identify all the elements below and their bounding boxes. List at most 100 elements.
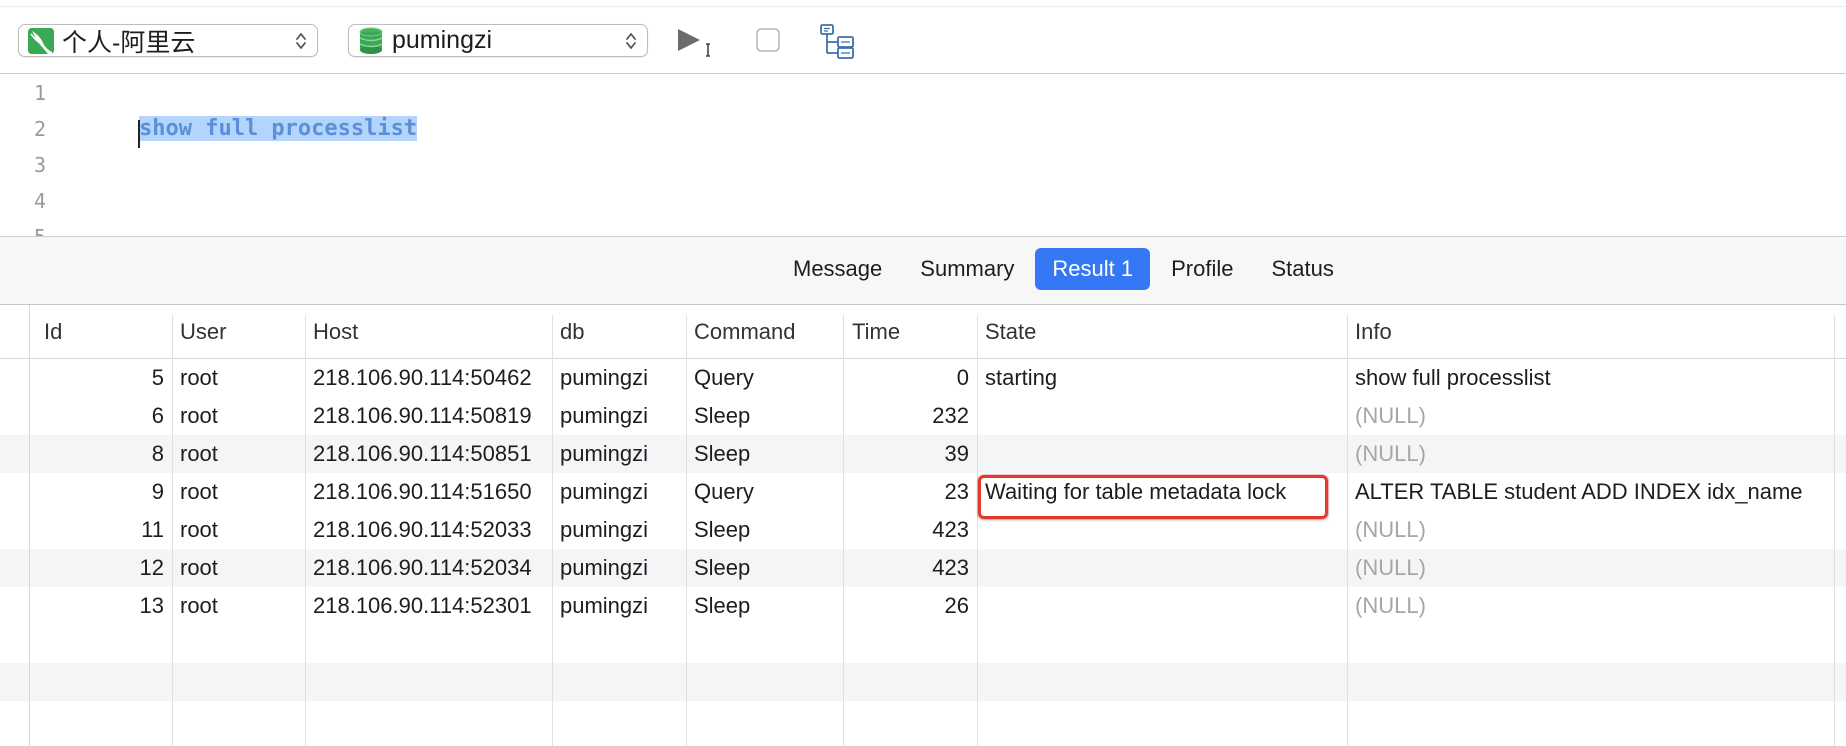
cell-info[interactable]: ALTER TABLE student ADD INDEX idx_name [1347, 473, 1834, 511]
cell-state[interactable]: Waiting for table metadata lock [977, 473, 1347, 511]
column-header-user[interactable]: User [166, 305, 226, 359]
column-divider[interactable] [843, 315, 844, 746]
stop-icon [756, 28, 780, 52]
table-row[interactable]: 11 root 218.106.90.114:52033 pumingzi Sleep 4… [0, 511, 1846, 549]
cell-db[interactable]: pumingzi [552, 587, 686, 625]
tab-result-1[interactable]: Result 1 [1035, 248, 1151, 290]
cell-info[interactable]: (NULL) [1347, 435, 1834, 473]
line-number: 3 [33, 153, 46, 177]
cell-host[interactable]: 218.106.90.114:50462 [305, 359, 552, 397]
column-header-time[interactable]: Time [838, 305, 900, 359]
cell-db[interactable]: pumingzi [552, 359, 686, 397]
column-divider [686, 315, 687, 746]
result-tabs-bar: Message Summary Result 1 Profile Status [0, 237, 1846, 305]
cell-time[interactable]: 39 [843, 435, 977, 473]
line-number-gutter: 1 2 3 4 5 [0, 74, 62, 236]
table-row[interactable]: 6 root 218.106.90.114:50819 pumingzi Sleep 23… [0, 397, 1846, 435]
cell-id[interactable]: 9 [30, 473, 172, 511]
cell-time[interactable]: 26 [843, 587, 977, 625]
cell-command[interactable]: Sleep [686, 549, 843, 587]
column-header-command[interactable]: Command [680, 305, 795, 359]
column-header-id[interactable]: Id [30, 305, 62, 359]
cell-state[interactable] [977, 397, 1347, 435]
tab-profile[interactable]: Profile [1154, 248, 1250, 290]
cell-host[interactable]: 218.106.90.114:51650 [305, 473, 552, 511]
cell-id[interactable]: 11 [30, 511, 172, 549]
explain-tree-icon [820, 24, 854, 59]
cell-state[interactable] [977, 587, 1347, 625]
stop-button[interactable] [755, 26, 781, 54]
empty-row [0, 663, 1846, 701]
cell-command[interactable]: Query [686, 359, 843, 397]
cell-host[interactable]: 218.106.90.114:50851 [305, 435, 552, 473]
cell-host[interactable]: 218.106.90.114:52301 [305, 587, 552, 625]
table-row[interactable]: 13 root 218.106.90.114:52301 pumingzi Sleep 2… [0, 587, 1846, 625]
line-number: 2 [33, 117, 46, 141]
connection-icon [28, 27, 54, 54]
database-selector[interactable]: pumingzi [348, 24, 648, 57]
tab-summary[interactable]: Summary [903, 248, 1031, 290]
cell-info[interactable]: show full processlist [1347, 359, 1834, 397]
cell-id[interactable]: 8 [30, 435, 172, 473]
column-header-state[interactable]: State [971, 305, 1036, 359]
cell-db[interactable]: pumingzi [552, 397, 686, 435]
cell-state[interactable] [977, 549, 1347, 587]
cell-user[interactable]: root [172, 473, 305, 511]
cell-state[interactable]: starting [977, 359, 1347, 397]
sql-editor[interactable]: 1 2 3 4 5 show full processlist [0, 74, 1846, 237]
cell-host[interactable]: 218.106.90.114:50819 [305, 397, 552, 435]
cell-command[interactable]: Query [686, 473, 843, 511]
cell-command[interactable]: Sleep [686, 511, 843, 549]
column-divider [977, 315, 978, 746]
cell-host[interactable]: 218.106.90.114:52033 [305, 511, 552, 549]
explain-button[interactable] [818, 22, 858, 60]
cell-time[interactable]: 23 [843, 473, 977, 511]
cell-time[interactable]: 423 [843, 549, 977, 587]
cell-info[interactable]: (NULL) [1347, 397, 1834, 435]
cell-time[interactable]: 423 [843, 511, 977, 549]
cell-command[interactable]: Sleep [686, 435, 843, 473]
connection-selector[interactable]: 个人-阿里云 [18, 24, 318, 57]
cell-state[interactable] [977, 511, 1347, 549]
cell-id[interactable]: 6 [30, 397, 172, 435]
cell-user[interactable]: root [172, 587, 305, 625]
code-line[interactable]: show full processlist [86, 75, 418, 148]
chevron-updown-icon [626, 33, 636, 49]
text-caret [137, 120, 140, 148]
tab-status[interactable]: Status [1254, 248, 1350, 290]
chevron-updown-icon [296, 33, 306, 49]
column-header-info[interactable]: Info [1341, 305, 1392, 359]
cell-info[interactable]: (NULL) [1347, 587, 1834, 625]
table-row[interactable]: 5 root 218.106.90.114:50462 pumingzi Query 0 s… [0, 359, 1846, 397]
cell-db[interactable]: pumingzi [552, 435, 686, 473]
column-header-host[interactable]: Host [299, 305, 358, 359]
cell-info[interactable]: (NULL) [1347, 549, 1834, 587]
table-row[interactable]: 12 root 218.106.90.114:52034 pumingzi Sleep 4… [0, 549, 1846, 587]
grid-header: Id User Host db Command Time State Info [0, 305, 1846, 359]
cell-db[interactable]: pumingzi [552, 473, 686, 511]
cell-user[interactable]: root [172, 549, 305, 587]
cell-id[interactable]: 5 [30, 359, 172, 397]
cell-time[interactable]: 232 [843, 397, 977, 435]
column-divider [29, 305, 30, 746]
cell-db[interactable]: pumingzi [552, 511, 686, 549]
cell-user[interactable]: root [172, 435, 305, 473]
result-tabs: Message Summary Result 1 Profile Status [776, 248, 1355, 290]
cell-state[interactable] [977, 435, 1347, 473]
cell-command[interactable]: Sleep [686, 397, 843, 435]
cell-command[interactable]: Sleep [686, 587, 843, 625]
tab-message[interactable]: Message [776, 248, 899, 290]
cell-host[interactable]: 218.106.90.114:52034 [305, 549, 552, 587]
table-row[interactable]: 9 root 218.106.90.114:51650 pumingzi Query 23… [0, 473, 1846, 511]
cell-user[interactable]: root [172, 511, 305, 549]
cell-user[interactable]: root [172, 359, 305, 397]
cell-id[interactable]: 13 [30, 587, 172, 625]
run-query-button[interactable] [674, 24, 720, 60]
cell-id[interactable]: 12 [30, 549, 172, 587]
cell-time[interactable]: 0 [843, 359, 977, 397]
table-row[interactable]: 8 root 218.106.90.114:50851 pumingzi Sleep 39… [0, 435, 1846, 473]
result-grid[interactable]: 5 root 218.106.90.114:50462 pumingzi Query 0 s… [0, 305, 1846, 746]
cell-info[interactable]: (NULL) [1347, 511, 1834, 549]
cell-user[interactable]: root [172, 397, 305, 435]
cell-db[interactable]: pumingzi [552, 549, 686, 587]
